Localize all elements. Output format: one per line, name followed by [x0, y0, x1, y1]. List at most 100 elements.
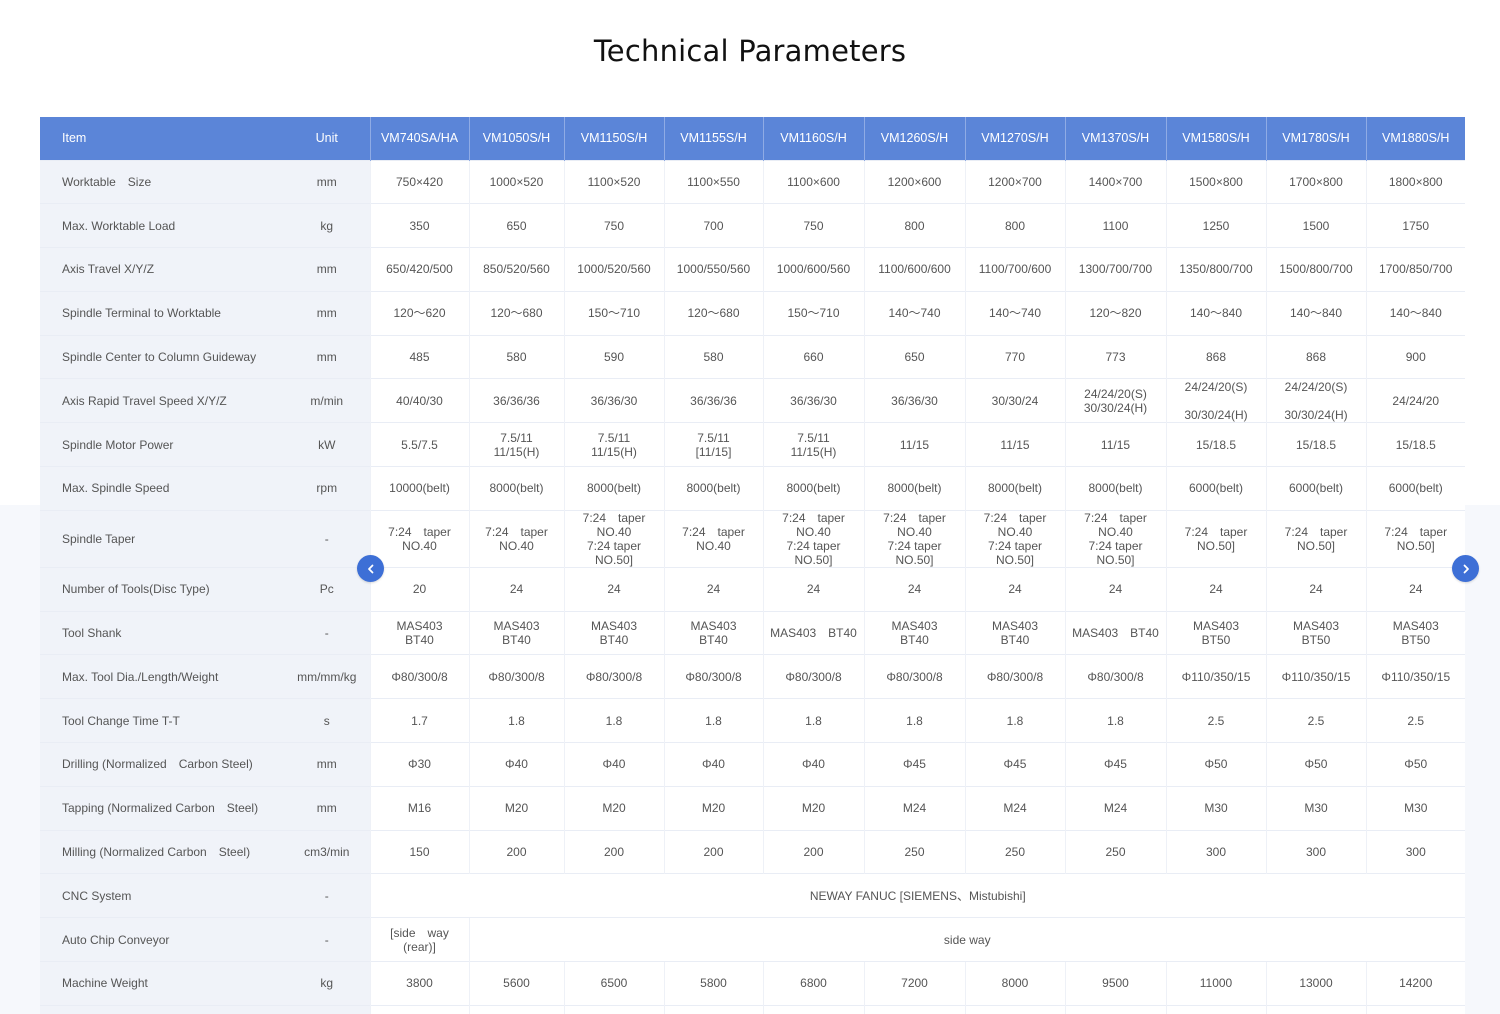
table-cell: 11/15 [1064, 422, 1166, 467]
table-cell: 8000(belt) [663, 466, 763, 511]
cell-text-line: NO.50] [1296, 538, 1335, 553]
table-cell: 1350/800/700 [1165, 247, 1266, 292]
cell-text-line: Φ80/300/8 [1087, 669, 1144, 684]
cell-text-line: 200 [703, 845, 724, 860]
table-cell: 485 [369, 334, 469, 379]
table-cell [863, 1004, 965, 1014]
row-unit-label: kg [284, 203, 370, 248]
cell-text-line: 15/18.5 [1295, 437, 1337, 452]
table-cell: M24 [964, 785, 1065, 831]
row-item-label: Max. Tool Dia./Length/Weight [40, 654, 284, 699]
cell-text-line: 7:24 taper [983, 510, 1047, 525]
table-cell: 773 [1064, 334, 1166, 379]
table-cell: 36/36/30 [563, 378, 664, 423]
table-cell: M20 [663, 785, 763, 831]
table-row: Tapping (Normalized Carbon Steel) mm M16 M2… [40, 785, 1465, 831]
cell-text-line: 8000(belt) [489, 481, 544, 496]
cell-text-line: BT40 [502, 633, 531, 648]
table-cell: 868 [1165, 334, 1266, 379]
table-cell: 7.5/11 [11/15] [663, 422, 763, 467]
table-cell: M30 [1165, 785, 1266, 831]
table-cell: 15/18.5 [1265, 422, 1366, 467]
table-cell: MAS403 BT50 [1365, 610, 1465, 655]
cell-text-line: 7.5/11 [797, 430, 830, 445]
table-cell: Φ50 [1365, 742, 1465, 787]
cell-text-line: 6500 [600, 976, 628, 991]
cell-text-line: Φ80/300/8 [685, 669, 742, 684]
cell-text-line: BT50 [1201, 633, 1231, 648]
cell-text-line: 7:24 taper [1284, 524, 1348, 539]
cell-text-line: 1100/700/600 [978, 262, 1052, 277]
table-cell [468, 1004, 564, 1014]
cell-text-line: 24 [1008, 582, 1022, 597]
table-cell: 300 [1365, 829, 1465, 874]
carousel-next-button[interactable] [1452, 555, 1479, 582]
cell-text-line: M20 [504, 801, 529, 816]
table-cell: 200 [468, 829, 564, 874]
cell-text-line: 300 [1205, 845, 1227, 860]
table-cell: MAS403 BT40 [1064, 610, 1166, 655]
cell-text-line: 7:24 taper [883, 510, 946, 525]
cell-text-line: 24/24/20(S) [1184, 379, 1248, 394]
cell-text-line: 5800 [700, 976, 727, 991]
table-cell: MAS403 BT40 [468, 610, 564, 655]
chip-conveyor-rest-value: side way [468, 917, 1465, 962]
cell-text-line: 1700/850/700 [1379, 262, 1453, 277]
cell-text-line: 1.8 [906, 713, 923, 728]
table-cell: Φ80/300/8 [964, 654, 1065, 699]
cell-text-line: 150 [409, 845, 430, 860]
table-cell: 1100×550 [663, 159, 763, 204]
table-cell: 20 [369, 566, 469, 612]
cell-text-line: 700 [703, 218, 724, 233]
table-cell: 7:24 taper NO.40 7:24 taper NO.50] [762, 509, 864, 568]
table-cell: 1.8 [468, 698, 564, 743]
table-cell: 650 [863, 334, 965, 379]
cell-text-line: NO.40 [897, 524, 932, 539]
table-cell [663, 1004, 763, 1014]
cell-text-line: 1300/700/700 [1078, 262, 1153, 277]
table-cell: 8000 [964, 961, 1065, 1006]
table-row: Worktable Size mm 750×420 1000×520 1100×520 1… [40, 159, 1465, 204]
table-cell: 140～840 [1365, 290, 1465, 336]
table-cell: 1.7 [369, 698, 469, 743]
table-row: Max. Worktable Load kg 350 650 750 700 750 800 8… [40, 203, 1465, 248]
table-cell: 5.5/7.5 [369, 422, 469, 467]
cell-text-line: 580 [506, 350, 527, 365]
cell-text-line: 868 [1305, 350, 1327, 365]
table-cell: 8000(belt) [468, 466, 564, 511]
cell-text-line: [11/15] [695, 444, 732, 459]
table-cell: Φ80/300/8 [369, 654, 469, 699]
cell-text-line: 770 [1004, 350, 1026, 365]
table-row: Spindle Taper -7:24 taper NO.40 7:24 taper N… [40, 509, 1465, 568]
column-header-unit: Unit [284, 117, 370, 160]
chevron-left-icon [367, 564, 373, 573]
cell-text-line: 11/15 [1100, 437, 1131, 452]
cell-text-line: NO.40 [499, 538, 534, 553]
cell-text-line: 1100×600 [787, 174, 840, 189]
cell-text-line: M20 [602, 801, 626, 816]
row-unit-label: mm [284, 334, 370, 379]
table-cell: 650 [468, 203, 564, 248]
table-cell: 7:24 taper NO.40 7:24 taper NO.50] [1064, 509, 1166, 568]
row-unit-label: mm [284, 742, 370, 787]
cell-text-line: 24 [907, 582, 922, 597]
column-header-model: VM740SA/HA [369, 117, 469, 160]
table-cell: Φ40 [468, 742, 564, 787]
table-cell: Φ40 [563, 742, 664, 787]
row-unit-label: - [284, 917, 370, 962]
cell-text-line: 200 [603, 845, 625, 860]
cell-text-line: 1200×600 [887, 174, 942, 189]
cell-text-line: 6000(belt) [1388, 481, 1443, 496]
carousel-prev-button[interactable] [357, 555, 384, 582]
table-row: Spindle Motor Power kW 5.5/7.5 7.5/11 11/15(… [40, 422, 1465, 467]
row-unit-label: mm [284, 290, 370, 336]
row-item-label: Milling (Normalized Carbon Steel) [40, 829, 284, 874]
table-cell: 1100×520 [563, 159, 664, 204]
table-cell: 770 [964, 334, 1065, 379]
table-cell: 7:24 taper NO.40 [663, 509, 763, 568]
table-cell [369, 1004, 469, 1014]
cell-text-line: side way [943, 932, 991, 947]
cell-text-line: 40/40/30 [396, 393, 443, 408]
table-cell: 24/24/20(S) 30/30/24(H) [1265, 378, 1366, 423]
cell-text-line: 24 [806, 582, 821, 597]
